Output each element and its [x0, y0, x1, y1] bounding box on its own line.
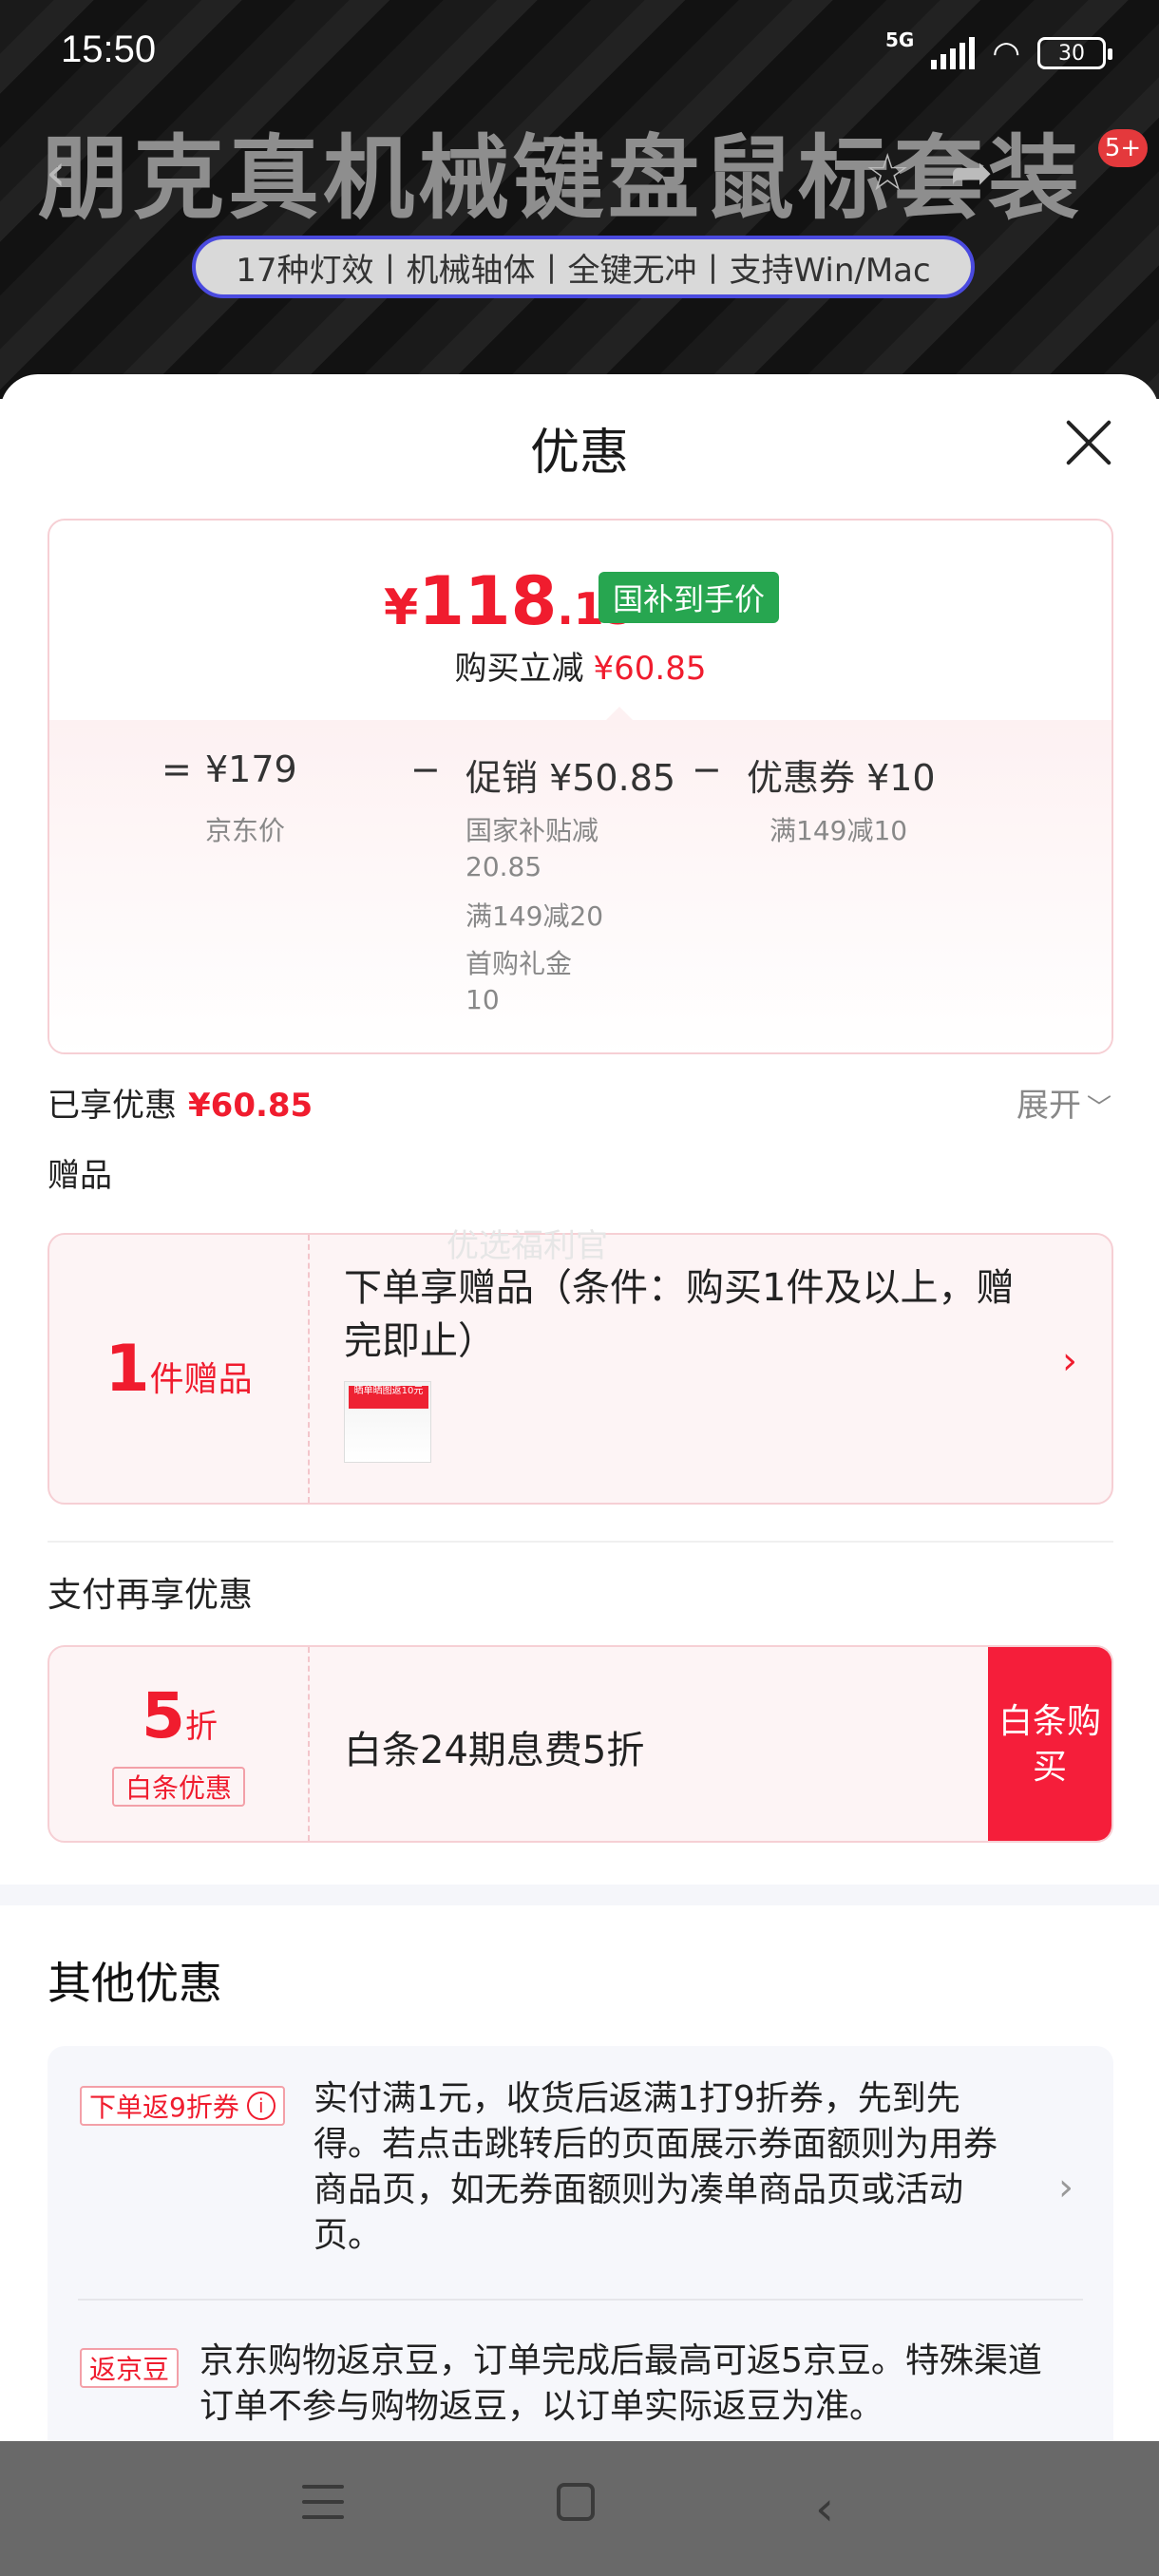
- status-time: 15:50: [61, 28, 157, 70]
- banner-title: 朋克真机械键盘鼠标套装: [38, 125, 1083, 232]
- pay-discount-unit: 折: [184, 1708, 218, 1746]
- gift-thumbnail[interactable]: 晒单晒图返10元: [344, 1381, 431, 1463]
- save-value: ¥60.85: [593, 650, 707, 688]
- item-text: 京东购物返京豆，订单完成后最高可返5京豆。特殊渠道订单不参与购物返豆，以订单实际…: [200, 2341, 1042, 2426]
- expand-button[interactable]: 展开 ﹀: [1016, 1079, 1112, 1126]
- gift-count-number: 1: [104, 1331, 150, 1407]
- calc-minus-1: −: [410, 748, 441, 790]
- network-type: 5G: [884, 28, 915, 51]
- star-icon[interactable]: ☆: [864, 142, 910, 202]
- item-text: 实付满1元，收货后返满1打9折券，先到先得。若点击跳转后的页面展示券面额则为用券…: [314, 2079, 998, 2255]
- gift-count: 1 件赠品: [49, 1235, 310, 1503]
- pay-section-label: 支付再享优惠: [48, 1576, 254, 1615]
- sheet-title: 优惠: [529, 425, 629, 482]
- calc-equals: =: [162, 748, 192, 790]
- battery-level: 30: [1058, 41, 1085, 66]
- base-price-label: 京东价: [205, 815, 286, 846]
- wifi-icon: ◠: [992, 34, 1020, 72]
- expand-label: 展开: [1016, 1087, 1081, 1125]
- share-icon[interactable]: ➦: [950, 142, 993, 202]
- price-integer: 118: [418, 562, 558, 640]
- chevron-down-icon: ﹀: [1086, 1094, 1112, 1123]
- gift-card[interactable]: 1 件赠品 下单享赠品（条件：购买1件及以上，赠完即止） 晒单晒图返10元 ›: [48, 1233, 1113, 1505]
- system-nav-bar: ‹: [0, 2441, 1159, 2576]
- section-gap: [0, 1885, 1159, 1905]
- status-bar: 15:50 5G ◠ 30: [0, 0, 1159, 104]
- chevron-right-icon: ›: [1058, 2166, 1074, 2209]
- pay-discount: 5折: [49, 1679, 310, 1752]
- signal-icon: [931, 37, 976, 69]
- gift-thumbnail-text: 晒单晒图返10元: [349, 1386, 428, 1409]
- promo-total: 促销 ¥50.85: [466, 757, 676, 799]
- jingdou-tag: 返京豆: [80, 2348, 180, 2388]
- divider: [48, 1541, 1113, 1543]
- discount-sheet: 优惠 ¥118.15 国补到手价 购买立减 ¥60.85 = ¥179 京东价 −…: [0, 374, 1159, 2576]
- return-coupon-tag: 下单返9折券 i: [80, 2086, 285, 2126]
- price-symbol: ¥: [384, 579, 419, 636]
- pay-tag: 白条优惠: [112, 1767, 245, 1807]
- chevron-right-icon: ›: [1062, 1339, 1077, 1383]
- back-icon[interactable]: ‹: [46, 142, 66, 202]
- pay-description: 白条24期息费5折: [344, 1729, 645, 1772]
- enjoyed-discount: 已享优惠 ¥60.85: [48, 1079, 313, 1126]
- coupon-item: 满149减10: [770, 815, 908, 846]
- gift-description: 下单享赠品（条件：购买1件及以上，赠完即止）: [344, 1266, 1015, 1363]
- pay-discount-number: 5: [142, 1679, 185, 1752]
- home-icon[interactable]: [557, 2483, 595, 2521]
- gift-count-unit: 件赠品: [149, 1360, 253, 1399]
- save-label: 购买立减: [454, 650, 584, 688]
- final-price: ¥118.15: [384, 562, 635, 640]
- save-line: 购买立减 ¥60.85: [49, 642, 1112, 689]
- calc-minus-2: −: [692, 748, 722, 790]
- promo-item: 首购礼金10: [466, 948, 573, 1015]
- menu-icon[interactable]: [302, 2485, 344, 2523]
- gift-section-label: 赠品: [48, 1157, 112, 1195]
- other-discounts-title: 其他优惠: [48, 1958, 222, 2009]
- promo-item: 国家补贴减20.85: [466, 815, 599, 882]
- screen: 朋克真机械键盘鼠标套装 ‹ ☆ ➦ 5+ 17种灯效丨机械轴体丨全键无冲丨支持W…: [0, 0, 1159, 2576]
- back-nav-icon[interactable]: ‹: [815, 2481, 834, 2536]
- base-price: ¥179: [205, 748, 297, 790]
- status-icons: 5G ◠ 30: [885, 28, 1112, 72]
- baitiao-buy-button[interactable]: 白条购买: [988, 1647, 1112, 1841]
- battery-icon: 30: [1037, 37, 1112, 69]
- enjoyed-label: 已享优惠: [48, 1087, 177, 1125]
- price-card: ¥118.15 国补到手价 购买立减 ¥60.85 = ¥179 京东价 − 促销…: [48, 519, 1113, 1054]
- coupon-total: 优惠券 ¥10: [747, 757, 936, 799]
- info-icon[interactable]: i: [246, 2092, 276, 2120]
- pay-card: 5折 白条优惠 白条24期息费5折 白条购买: [48, 1645, 1113, 1843]
- divider: [78, 2299, 1083, 2301]
- subsidy-badge: 国补到手价: [598, 572, 779, 623]
- cart-count-badge: 5+: [1098, 129, 1148, 167]
- banner-subtitle: 17种灯效丨机械轴体丨全键无冲丨支持Win/Mac: [192, 236, 975, 298]
- close-icon[interactable]: [1062, 416, 1115, 469]
- promo-item: 满149减20: [466, 900, 604, 932]
- caret-shape: [604, 707, 635, 722]
- watermark: 优选福利官: [446, 1227, 608, 1265]
- enjoyed-value: ¥60.85: [188, 1087, 314, 1125]
- tag-label: 下单返9折券: [89, 2092, 239, 2123]
